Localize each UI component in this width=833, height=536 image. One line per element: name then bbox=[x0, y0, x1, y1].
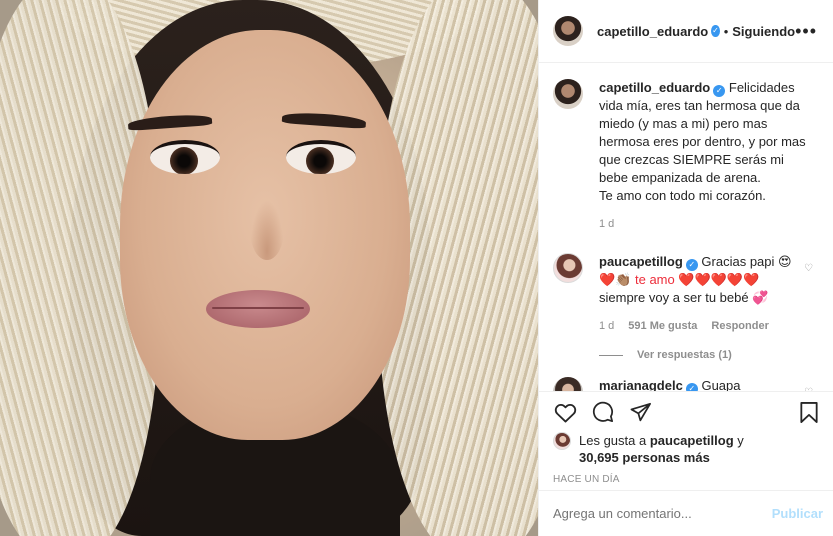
post-header: capetillo_eduardo ✓ • Siguiendo ••• bbox=[539, 0, 833, 63]
lips bbox=[206, 290, 310, 328]
comment-age[interactable]: 1 d bbox=[599, 317, 614, 335]
nose bbox=[250, 200, 284, 260]
comment-text: siempre voy a ser tu bebé 💞 bbox=[599, 290, 769, 305]
comment-row: paucapetillog ✓ Gracias papi 😍 ❤️👏🏽 te am… bbox=[553, 253, 817, 335]
post-timestamp[interactable]: HACE UN DÍA bbox=[539, 466, 833, 485]
comment-like-heart-icon[interactable]: ♡ bbox=[804, 263, 813, 274]
likes-and: y bbox=[737, 433, 744, 448]
likes-count[interactable]: 30,695 personas más bbox=[579, 450, 710, 465]
comment-text: Gracias papi 😍 bbox=[701, 254, 792, 269]
reply-button[interactable]: Responder bbox=[711, 317, 768, 335]
verified-icon: ✓ bbox=[685, 383, 698, 391]
likes-summary: Les gusta a paucapetillog y 30,695 perso… bbox=[539, 432, 833, 466]
add-comment-bar: Publicar bbox=[539, 490, 833, 536]
separator-dot: • bbox=[723, 23, 729, 39]
action-bar bbox=[539, 392, 833, 432]
view-replies[interactable]: Ver respuestas (1) bbox=[599, 349, 817, 361]
follow-status-button[interactable]: Siguiendo bbox=[732, 24, 795, 39]
left-eye bbox=[150, 140, 220, 174]
view-replies-label[interactable]: Ver respuestas (1) bbox=[637, 349, 732, 361]
comment-input[interactable] bbox=[553, 506, 772, 521]
post-view: capetillo_eduardo ✓ • Siguiendo ••• cape… bbox=[0, 0, 833, 536]
right-eye bbox=[286, 140, 356, 174]
comment-likes[interactable]: 591 Me gusta bbox=[628, 317, 697, 335]
comment-username[interactable]: paucapetillog bbox=[599, 254, 683, 269]
replies-line bbox=[599, 354, 623, 356]
author-username[interactable]: capetillo_eduardo bbox=[597, 24, 708, 39]
author-avatar[interactable] bbox=[553, 16, 583, 46]
comment-text: Guapa bbox=[701, 378, 741, 391]
post-image[interactable] bbox=[0, 0, 538, 536]
caption: capetillo_eduardo ✓ Felicidades vida mía,… bbox=[553, 79, 817, 233]
caption-avatar[interactable] bbox=[553, 79, 583, 109]
verified-icon: ✓ bbox=[711, 25, 720, 37]
bookmark-icon[interactable] bbox=[797, 400, 821, 424]
comment-row: marianagdelc✓ Guapa ♡ bbox=[553, 377, 817, 391]
comment-icon[interactable] bbox=[591, 400, 615, 424]
caption-age[interactable]: 1 d bbox=[599, 215, 614, 233]
comment-username[interactable]: marianagdelc bbox=[599, 378, 683, 391]
verified-icon: ✓ bbox=[713, 85, 726, 97]
publish-button[interactable]: Publicar bbox=[772, 506, 823, 521]
caption-text: Felicidades vida mía, eres tan hermosa q… bbox=[599, 80, 806, 203]
comments-list[interactable]: capetillo_eduardo ✓ Felicidades vida mía,… bbox=[539, 63, 833, 391]
heart-icon[interactable] bbox=[553, 400, 577, 424]
more-icon[interactable]: ••• bbox=[795, 22, 817, 40]
share-icon[interactable] bbox=[629, 400, 653, 424]
liker-username[interactable]: paucapetillog bbox=[650, 433, 734, 448]
likes-prefix: Les gusta a bbox=[579, 433, 647, 448]
side-panel: capetillo_eduardo ✓ • Siguiendo ••• cape… bbox=[538, 0, 833, 536]
comment-avatar[interactable] bbox=[553, 253, 583, 283]
comment-text: ❤️👏🏽 te amo ❤️❤️❤️❤️❤️ bbox=[599, 272, 760, 287]
verified-icon: ✓ bbox=[685, 259, 698, 271]
comment-avatar[interactable] bbox=[553, 377, 583, 391]
caption-username[interactable]: capetillo_eduardo bbox=[599, 80, 710, 95]
liker-avatar[interactable] bbox=[553, 432, 571, 450]
